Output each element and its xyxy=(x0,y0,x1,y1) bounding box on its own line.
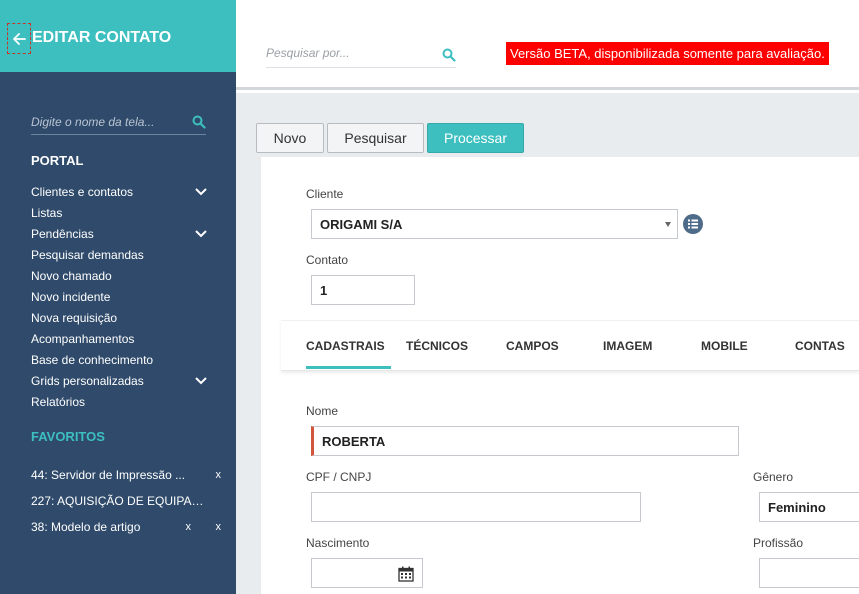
remove-favorite-button[interactable]: x xyxy=(186,514,192,540)
cpf-label: CPF / CNPJ xyxy=(306,470,372,484)
cpf-field[interactable] xyxy=(311,492,641,522)
nome-label: Nome xyxy=(306,404,339,418)
chevron-down-icon[interactable] xyxy=(195,187,207,197)
sidebar-item-grids[interactable]: Grids personalizadas xyxy=(31,371,211,392)
pesquisar-button[interactable]: Pesquisar xyxy=(327,123,424,153)
list-icon[interactable] xyxy=(683,214,703,234)
page-title: EDITAR CONTATO xyxy=(32,29,172,46)
sidebar-item-base-conhecimento[interactable]: Base de conhecimento xyxy=(31,350,211,371)
sidebar-item-novo-chamado[interactable]: Novo chamado xyxy=(31,266,211,287)
top-bar: Versão BETA, disponibilizada somente par… xyxy=(236,0,859,90)
sidebar-menu: Clientes e contatos Listas Pendências Pe… xyxy=(31,182,211,413)
sidebar-item-label: Pesquisar demandas xyxy=(31,248,144,262)
nascimento-field[interactable] xyxy=(311,558,423,588)
genero-value: Feminino xyxy=(768,499,826,515)
profissao-field[interactable] xyxy=(759,558,859,588)
sidebar-item-label: Listas xyxy=(31,206,63,220)
sidebar-search-input[interactable] xyxy=(31,111,181,133)
cliente-label: Cliente xyxy=(306,187,344,201)
global-search xyxy=(266,40,456,68)
favorite-label: 227: AQUISIÇÃO DE EQUIPAME... xyxy=(31,494,209,508)
nascimento-label: Nascimento xyxy=(306,536,370,550)
profissao-label: Profissão xyxy=(753,536,804,550)
contato-label: Contato xyxy=(306,253,349,267)
contato-value: 1 xyxy=(320,282,328,298)
sidebar-item-novo-incidente[interactable]: Novo incidente xyxy=(31,287,211,308)
favorites-list: 44: Servidor de Impressão ... x 227: AQU… xyxy=(31,462,226,540)
remove-favorite-button[interactable]: x xyxy=(216,462,222,488)
sidebar-item-label: Clientes e contatos xyxy=(31,185,134,199)
search-icon[interactable] xyxy=(442,48,456,62)
sidebar-search xyxy=(31,111,206,135)
portal-heading: PORTAL xyxy=(31,153,84,168)
tab-bar: CADASTRAIS TÉCNICOS CAMPOS IMAGEM MOBILE… xyxy=(281,320,859,371)
beta-notice: Versão BETA, disponibilizada somente par… xyxy=(506,42,829,65)
tab-campos[interactable]: CAMPOS xyxy=(506,339,559,353)
sidebar-item-label: Relatórios xyxy=(31,395,86,409)
sidebar: EDITAR CONTATO PORTAL Clientes e contato… xyxy=(0,0,236,594)
favorite-item[interactable]: 44: Servidor de Impressão ... x xyxy=(31,462,226,488)
favorite-label: 38: Modelo de artigo xyxy=(31,520,141,534)
arrow-left-icon xyxy=(13,32,26,45)
tab-imagem[interactable]: IMAGEM xyxy=(603,339,652,353)
sidebar-item-pesquisar-demandas[interactable]: Pesquisar demandas xyxy=(31,245,211,266)
nome-value: ROBERTA xyxy=(322,433,386,449)
genero-label: Gênero xyxy=(753,470,794,484)
sidebar-item-label: Base de conhecimento xyxy=(31,353,154,367)
sidebar-item-clientes[interactable]: Clientes e contatos xyxy=(31,182,211,203)
tab-contas[interactable]: CONTAS xyxy=(795,339,845,353)
sidebar-item-nova-requisicao[interactable]: Nova requisição xyxy=(31,308,211,329)
sidebar-item-label: Novo chamado xyxy=(31,269,112,283)
sidebar-item-relatorios[interactable]: Relatórios xyxy=(31,392,211,413)
caret-down-icon xyxy=(665,222,671,227)
search-icon[interactable] xyxy=(192,115,206,129)
remove-favorite-button[interactable]: x xyxy=(216,514,222,540)
form-panel: Cliente ORIGAMI S/A Contato 1 CADASTRAIS… xyxy=(261,157,859,594)
cliente-value: ORIGAMI S/A xyxy=(320,216,403,232)
processar-button[interactable]: Processar xyxy=(427,123,524,153)
favorite-item[interactable]: 38: Modelo de artigo x x xyxy=(31,514,226,540)
sidebar-item-label: Novo incidente xyxy=(31,290,111,304)
calendar-icon[interactable] xyxy=(398,566,414,582)
sidebar-item-acompanhamentos[interactable]: Acompanhamentos xyxy=(31,329,211,350)
cliente-select[interactable]: ORIGAMI S/A xyxy=(311,209,678,239)
sidebar-item-pendencias[interactable]: Pendências xyxy=(31,224,211,245)
tab-tecnicos[interactable]: TÉCNICOS xyxy=(406,339,468,353)
favorite-item[interactable]: 227: AQUISIÇÃO DE EQUIPAME... xyxy=(31,488,226,514)
main-content: Novo Pesquisar Processar Cliente ORIGAMI… xyxy=(236,93,859,594)
chevron-down-icon[interactable] xyxy=(195,376,207,386)
sidebar-header: EDITAR CONTATO xyxy=(0,0,236,72)
sidebar-item-label: Acompanhamentos xyxy=(31,332,135,346)
nome-field[interactable]: ROBERTA xyxy=(311,426,739,456)
favorite-label: 44: Servidor de Impressão ... xyxy=(31,468,186,482)
chevron-down-icon[interactable] xyxy=(195,229,207,239)
global-search-input[interactable] xyxy=(266,40,431,66)
favorites-heading: FAVORITOS xyxy=(31,429,105,444)
genero-select[interactable]: Feminino xyxy=(759,492,859,522)
sidebar-item-label: Grids personalizadas xyxy=(31,374,144,388)
contato-field[interactable]: 1 xyxy=(311,275,415,305)
app-root: EDITAR CONTATO PORTAL Clientes e contato… xyxy=(0,0,859,594)
back-button[interactable] xyxy=(7,23,31,54)
sidebar-item-label: Nova requisição xyxy=(31,311,118,325)
tab-mobile[interactable]: MOBILE xyxy=(701,339,748,353)
tab-cadastrais[interactable]: CADASTRAIS xyxy=(306,339,391,369)
sidebar-item-label: Pendências xyxy=(31,227,94,241)
sidebar-item-listas[interactable]: Listas xyxy=(31,203,211,224)
novo-button[interactable]: Novo xyxy=(256,123,324,153)
